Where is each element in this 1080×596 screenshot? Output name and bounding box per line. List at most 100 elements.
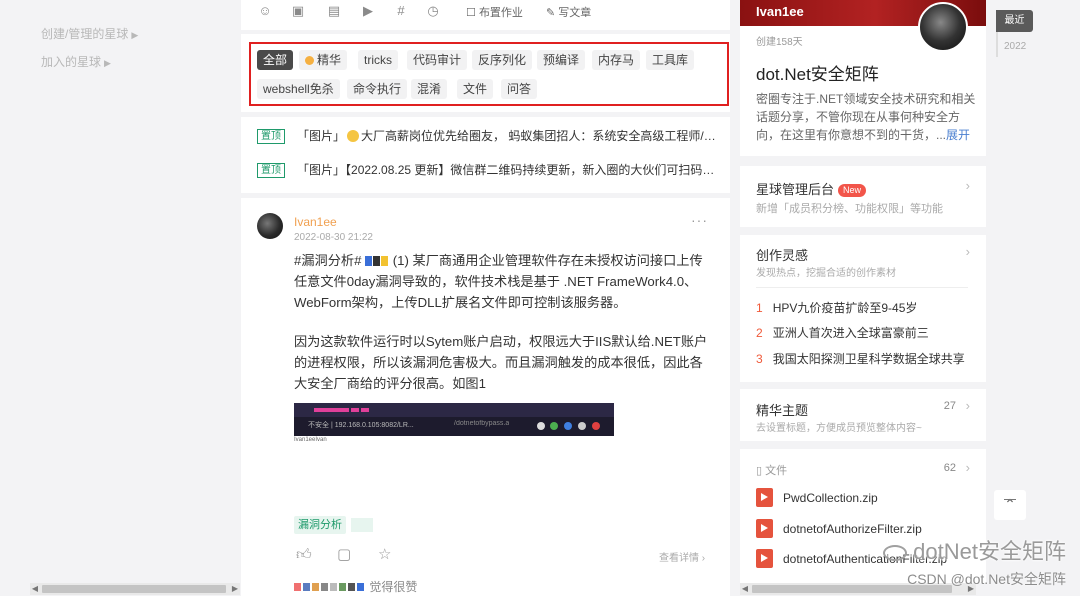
planet-description-text: 密圈专注于.NET领域安全技术研究和相关话题分享，不管你现在从事何种安全方向，在… [756, 92, 976, 142]
nav-joined-planets[interactable]: 加入的星球 ▶ [41, 53, 111, 70]
arrow-up-icon: ⌃ [1004, 496, 1016, 512]
timeline-rail: 最近 2022 [996, 10, 1036, 60]
image-tab [361, 408, 369, 412]
pinned-post[interactable]: 置顶 「图片」【2022.08.25 更新】微信群二维码持续更新，新入圈的大伙们可… [257, 161, 717, 181]
video-icon[interactable]: ▶ [360, 3, 376, 19]
likes-suffix: 觉得很赞 [369, 580, 418, 594]
scrollbar-thumb[interactable] [42, 585, 226, 593]
admin-title-text: 星球管理后台 [756, 182, 835, 197]
composer-toolbar: ☺ ▣ ▤ ▶ # ◷ ☐ 布置作业 ✎ 写文章 [241, 0, 730, 30]
post-author[interactable]: Ivan1ee [294, 215, 337, 229]
post-text: 因为这款软件运行时以Sytem账户启动，权限远大于IIS默认给.NET账户的进程… [294, 334, 708, 391]
homework-button[interactable]: ☐ 布置作业 [466, 4, 523, 20]
like-icon[interactable]: 👍︎ [296, 547, 314, 563]
scroll-left-arrow[interactable]: ◀ [740, 583, 750, 595]
chevron-right-icon[interactable]: › [966, 460, 970, 475]
hot-topic[interactable]: 3 我国太阳探测卫星科学数据全球共享 [756, 350, 965, 367]
pinned-prefix: 「图片」 [297, 163, 346, 177]
expand-link[interactable]: 展开 [946, 128, 970, 142]
timeline-recent[interactable]: 最近 [996, 10, 1033, 32]
planet-created: 创建158天 [756, 37, 803, 48]
emoji-icon [381, 256, 389, 266]
divider [756, 287, 968, 288]
post-hashtag-inline[interactable]: #漏洞分析# [294, 253, 361, 268]
planet-avatar[interactable] [918, 2, 968, 52]
document-icon[interactable]: ▤ [326, 3, 342, 19]
author-avatar[interactable] [257, 213, 283, 239]
timeline-year[interactable]: 2022 [1004, 41, 1026, 52]
hot-text: 亚洲人首次进入全球富豪前三 [772, 326, 929, 340]
write-article-button[interactable]: ✎ 写文章 [546, 4, 591, 20]
hot-topic[interactable]: 1 HPV九价疫苗扩龄至9-45岁 [756, 299, 917, 316]
timeline-line [996, 32, 998, 57]
liker-avatar [330, 583, 337, 591]
tag-qa[interactable]: 问答 [501, 79, 538, 99]
watermark: dotNet安全矩阵 CSDN @dot.Net安全矩阵 [883, 534, 1066, 589]
planet-info-card: Ivan1ee 创建158天 dot.Net安全矩阵 密圈专注于.NET领域安全… [740, 0, 986, 156]
tag-all[interactable]: 全部 [257, 50, 294, 70]
scroll-left-arrow[interactable]: ◀ [30, 583, 40, 595]
hot-topic[interactable]: 2 亚洲人首次进入全球富豪前三 [756, 324, 929, 341]
pinned-text: 大厂高薪岗位优先给圈友， 蚂蚁集团招人：系统安全高级工程师/专... [361, 129, 717, 143]
pinned-post[interactable]: 置顶 「图片」 大厂高薪岗位优先给圈友， 蚂蚁集团招人：系统安全高级工程师/专... [257, 127, 717, 147]
tag-code-audit[interactable]: 代码审计 [407, 50, 468, 70]
post-hashtag[interactable]: 漏洞分析 [294, 516, 346, 534]
tag-label: 命令执行 [353, 82, 402, 96]
admin-panel-card[interactable]: 星球管理后台 New › 新增「成员积分榜、功能权限」等功能 [740, 166, 986, 227]
hot-text: 我国太阳探测卫星科学数据全球共享 [772, 352, 965, 366]
view-details-link[interactable]: 查看详情 › [659, 549, 705, 564]
file-name: PwdCollection.zip [783, 491, 878, 505]
more-options-icon[interactable]: ··· [691, 212, 708, 228]
hashtag-icon[interactable]: # [393, 3, 409, 19]
nav-created-planets[interactable]: 创建/管理的星球 ▶ [41, 25, 138, 42]
chevron-right-icon: › [965, 178, 970, 193]
files-title-text: 文件 [765, 465, 788, 477]
star-icon[interactable]: ☆ [378, 547, 396, 563]
admin-title: 星球管理后台 New [756, 179, 867, 198]
image-icon[interactable]: ▣ [290, 3, 306, 19]
scroll-right-arrow[interactable]: ▶ [230, 583, 240, 595]
tag-precompile[interactable]: 预编译 [537, 50, 586, 70]
tag-obfuscation[interactable]: 混淆 [411, 79, 448, 99]
watermark-sub: CSDN @dot.Net安全矩阵 [907, 571, 1066, 587]
back-to-top-button[interactable]: ⌃ [994, 490, 1026, 520]
tag-label: 混淆 [417, 82, 442, 96]
featured-title: 精华主题 [756, 403, 809, 418]
clock-icon[interactable]: ◷ [425, 3, 441, 19]
post-image[interactable]: 不安全 | 192.168.0.105:8082/LR... /dotnetof… [294, 403, 614, 436]
comment-icon[interactable]: ▢ [337, 547, 355, 563]
tag-label: 工具库 [652, 53, 689, 67]
image-glyph [592, 422, 600, 430]
tag-deserialization[interactable]: 反序列化 [472, 50, 533, 70]
liker-avatar [294, 583, 301, 591]
tag-tricks[interactable]: tricks [358, 50, 398, 70]
featured-topics-card[interactable]: 精华主题 27 › 去设置标题，方便成员预览整体内容~ [740, 389, 986, 441]
chevron-right-icon[interactable]: › [966, 244, 970, 259]
tag-featured[interactable]: 精华 [299, 50, 348, 70]
tag-label: 内存马 [598, 53, 635, 67]
tag-webshell[interactable]: webshell免杀 [257, 79, 340, 99]
liker-avatar [312, 583, 319, 591]
post-hashtag-emoji[interactable] [351, 518, 373, 532]
inspiration-title[interactable]: 创作灵感 [756, 245, 808, 264]
pinned-posts: 置顶 「图片」 大厂高薪岗位优先给圈友， 蚂蚁集团招人：系统安全高级工程师/专...… [241, 117, 730, 193]
hot-rank: 1 [756, 301, 763, 315]
liker-avatar [357, 583, 364, 591]
tag-label: 文件 [463, 82, 488, 96]
featured-subtitle: 去设置标题，方便成员预览整体内容~ [756, 423, 922, 434]
horizontal-scrollbar[interactable]: ◀ ▶ [30, 583, 240, 595]
caret-right-icon: ▶ [131, 30, 139, 40]
tag-label: 问答 [507, 82, 532, 96]
file-item[interactable]: PwdCollection.zip [756, 488, 878, 508]
emoji-icon[interactable]: ☺ [257, 3, 273, 19]
tag-memshell[interactable]: 内存马 [592, 50, 641, 70]
image-glyph [537, 422, 545, 430]
files-title[interactable]: ▯ 文件 [756, 462, 787, 478]
pinned-badge: 置顶 [257, 163, 285, 178]
tag-label: 代码审计 [413, 53, 462, 67]
tag-command-exec[interactable]: 命令执行 [347, 79, 408, 99]
image-glyph [564, 422, 572, 430]
watermark-title-text: dotNet安全矩阵 [913, 539, 1066, 564]
tag-file[interactable]: 文件 [457, 79, 494, 99]
tag-toolkit[interactable]: 工具库 [646, 50, 695, 70]
